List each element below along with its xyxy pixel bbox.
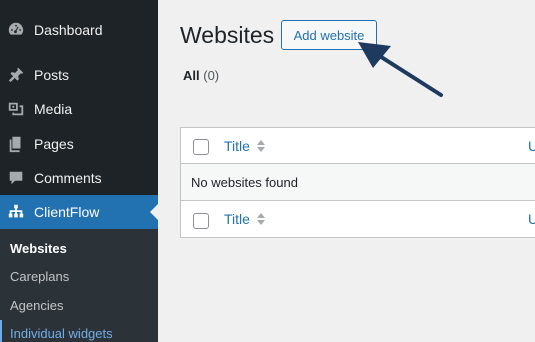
filter-all-count: (0) bbox=[203, 68, 220, 83]
status-filter: All (0) bbox=[183, 68, 219, 83]
sort-icon bbox=[256, 213, 265, 225]
sidebar-item-label: ClientFlow bbox=[34, 204, 100, 220]
sidebar-item-posts[interactable]: Posts bbox=[0, 58, 158, 92]
sidebar-item-label: Media bbox=[34, 101, 73, 117]
table-header-row: Title U bbox=[181, 128, 535, 164]
sidebar-item-label: Dashboard bbox=[34, 22, 103, 38]
submenu-item-websites[interactable]: Websites bbox=[10, 241, 67, 256]
sidebar-item-pages[interactable]: Pages bbox=[0, 127, 158, 161]
active-menu-pointer bbox=[150, 204, 158, 220]
submenu-item-individual-widgets[interactable]: Individual widgets bbox=[10, 326, 113, 341]
column-next-header-footer[interactable]: U bbox=[528, 211, 535, 227]
title-column-sort[interactable]: Title bbox=[224, 138, 266, 154]
select-all-checkbox[interactable] bbox=[193, 139, 209, 155]
sidebar-item-dashboard[interactable]: Dashboard bbox=[0, 13, 158, 47]
column-next-header[interactable]: U bbox=[528, 138, 535, 154]
table-footer-row: Title U bbox=[181, 201, 535, 238]
page-title: Websites bbox=[180, 22, 275, 48]
dashboard-icon bbox=[6, 20, 26, 40]
empty-message: No websites found bbox=[191, 175, 298, 190]
pin-icon bbox=[6, 65, 26, 85]
sitemap-icon bbox=[6, 202, 26, 222]
submenu-focus-indicator bbox=[0, 320, 2, 342]
select-all-checkbox-footer[interactable] bbox=[193, 213, 209, 229]
title-column-sort-footer[interactable]: Title bbox=[224, 211, 266, 227]
column-title-label: Title bbox=[224, 138, 250, 154]
filter-all-link[interactable]: All bbox=[183, 68, 200, 83]
submenu-item-careplans[interactable]: Careplans bbox=[10, 269, 69, 284]
table-empty-row: No websites found bbox=[181, 164, 535, 201]
pages-icon bbox=[6, 134, 26, 154]
column-title-label: Title bbox=[224, 211, 250, 227]
annotation-arrow bbox=[358, 42, 443, 97]
sidebar-item-clientflow[interactable]: ClientFlow bbox=[0, 195, 158, 229]
submenu-item-agencies[interactable]: Agencies bbox=[10, 298, 63, 313]
sidebar-item-media[interactable]: Media bbox=[0, 92, 158, 126]
comment-icon bbox=[6, 168, 26, 188]
admin-sidebar: Dashboard Posts Media Pages Comments Cli… bbox=[0, 0, 158, 342]
websites-table: Title U No websites found Title U bbox=[180, 127, 535, 238]
sidebar-item-label: Posts bbox=[34, 67, 70, 83]
sort-icon bbox=[256, 140, 265, 152]
sidebar-item-comments[interactable]: Comments bbox=[0, 161, 158, 195]
sidebar-item-label: Pages bbox=[34, 136, 74, 152]
sidebar-item-label: Comments bbox=[34, 170, 102, 186]
media-icon bbox=[6, 99, 26, 119]
